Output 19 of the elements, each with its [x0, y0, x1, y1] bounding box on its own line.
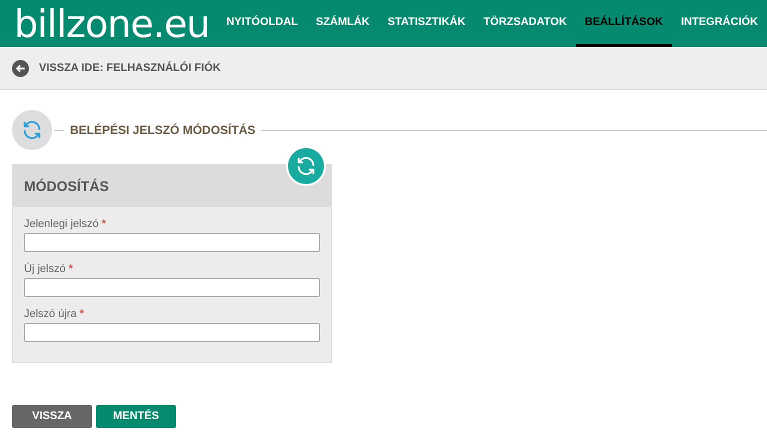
- nav-tab[interactable]: INTEGRÁCIÓK: [672, 0, 767, 47]
- refresh-icon: [295, 155, 317, 177]
- nav-tab[interactable]: TÖRZSADATOK: [474, 0, 576, 47]
- nav-tab[interactable]: STATISZTIKÁK: [378, 0, 474, 47]
- logo[interactable]: billzone.eu: [14, 4, 210, 42]
- action-button[interactable]: MENTÉS: [96, 405, 176, 428]
- nav-tab[interactable]: SZÁMLÁK: [306, 0, 379, 47]
- back-link[interactable]: VISSZA IDE: FELHASZNÁLÓI FIÓK: [39, 60, 221, 76]
- nav-tab[interactable]: NYITÓOLDAL: [217, 0, 307, 47]
- action-button[interactable]: VISSZA: [12, 405, 92, 428]
- card-title: MÓDOSÍTÁS: [24, 176, 109, 196]
- password-field[interactable]: [24, 323, 320, 342]
- field-label: Jelenlegi jelszó *: [24, 217, 107, 231]
- refresh-icon: [21, 119, 43, 141]
- password-field[interactable]: [24, 278, 320, 297]
- field-label: Jelszó újra *: [24, 307, 85, 321]
- field-label: Új jelszó *: [24, 262, 74, 276]
- password-field[interactable]: [24, 233, 320, 252]
- section-title: BELÉPÉSI JELSZÓ MÓDOSÍTÁS: [69, 122, 256, 139]
